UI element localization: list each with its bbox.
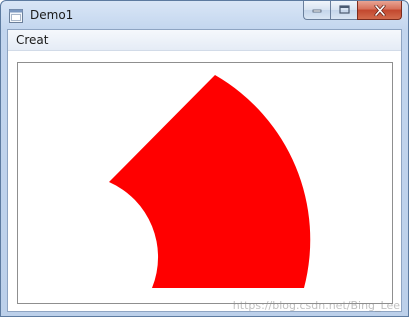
watermark-text: https://blog.csdn.net/Bing_Lee [232,299,400,312]
close-button[interactable] [357,1,402,20]
close-icon [374,4,385,16]
red-arc-shape [109,75,311,288]
window-title: Demo1 [30,8,74,22]
menu-item-creat[interactable]: Creat [12,32,53,48]
app-icon [9,8,23,23]
caption-buttons [303,1,402,20]
minimize-button[interactable] [303,1,330,20]
maximize-icon [338,5,350,14]
drawing-canvas [17,62,393,304]
minimize-icon [312,9,321,13]
canvas-svg [109,75,311,288]
maximize-button[interactable] [330,1,357,20]
title-bar[interactable]: Demo1 [1,1,408,29]
menu-bar: Creat [8,30,401,51]
client-area: Creat [7,29,402,312]
app-window: Demo1 Creat https://blog.csdn.net/Bing_L… [0,0,409,317]
